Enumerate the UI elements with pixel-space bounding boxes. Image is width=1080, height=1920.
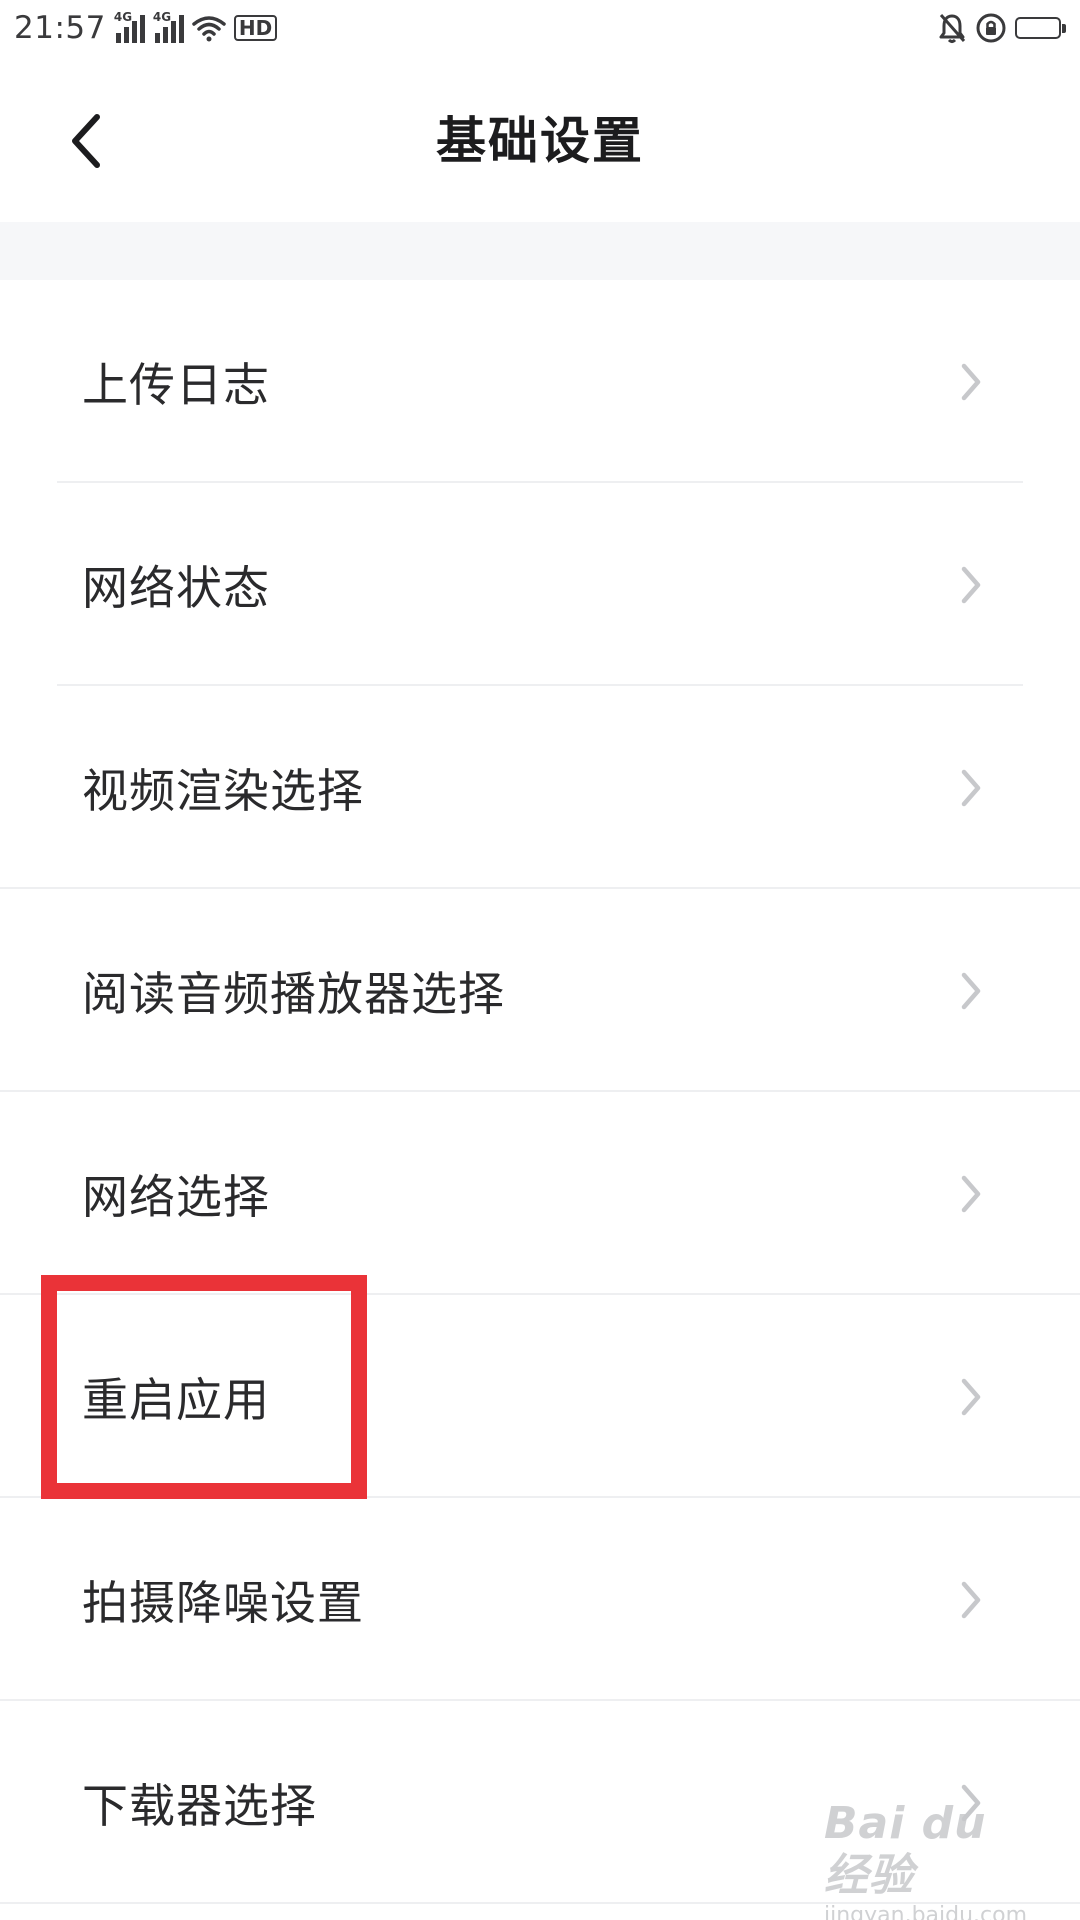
settings-item-restart-app[interactable]: 重启应用 (0, 1295, 1080, 1498)
settings-item-label: 重启应用 (82, 1372, 270, 1427)
wifi-icon (192, 14, 226, 42)
chevron-right-icon (961, 972, 981, 1009)
settings-item-network-select[interactable]: 网络选择 (0, 1092, 1080, 1295)
bell-muted-icon (937, 12, 967, 44)
settings-item-upload-log[interactable]: 上传日志 (0, 280, 1080, 483)
settings-item-audio-player[interactable]: 阅读音频播放器选择 (0, 889, 1080, 1092)
settings-item-video-render[interactable]: 视频渲染选择 (0, 686, 1080, 889)
section-divider (0, 222, 1080, 280)
network-type-label: 4G (152, 10, 172, 24)
settings-item-label: 网络选择 (82, 1169, 270, 1224)
settings-item-downloader[interactable]: 下载器选择 (0, 1701, 1080, 1904)
chevron-right-icon (961, 1378, 981, 1415)
signal-icon: 4G (113, 10, 145, 43)
hd-icon: HD (233, 15, 278, 41)
settings-item-network-status[interactable]: 网络状态 (0, 483, 1080, 686)
chevron-right-icon (961, 1581, 981, 1618)
settings-item-label: 拍摄降噪设置 (82, 1575, 364, 1630)
chevron-right-icon (961, 769, 981, 806)
rotation-lock-icon (975, 12, 1007, 44)
page-title: 基础设置 (436, 112, 644, 170)
status-right (937, 12, 1066, 44)
status-left: 21:57 4G 4G HD (14, 10, 278, 46)
chevron-right-icon (961, 566, 981, 603)
battery-icon (1015, 17, 1066, 39)
status-bar: 21:57 4G 4G HD (0, 0, 1080, 56)
screen: 21:57 4G 4G HD 基础设置 上传日志 网络状态 视频渲染选择 阅读音… (0, 0, 1080, 1920)
network-type-label: 4G (113, 10, 133, 24)
chevron-right-icon (961, 1175, 981, 1212)
settings-item-label: 网络状态 (82, 560, 270, 615)
watermark-url: jingyan.baidu.com (824, 1903, 1028, 1920)
chevron-right-icon (961, 363, 981, 400)
settings-item-label: 阅读音频播放器选择 (82, 966, 505, 1021)
settings-item-label: 上传日志 (82, 357, 270, 412)
settings-item-noise-reduction[interactable]: 拍摄降噪设置 (0, 1498, 1080, 1701)
app-header: 基础设置 (0, 56, 1080, 222)
settings-list: 上传日志 网络状态 视频渲染选择 阅读音频播放器选择 网络选择 重启应用 拍摄降… (0, 280, 1080, 1904)
settings-item-label: 视频渲染选择 (82, 763, 364, 818)
signal-icon: 4G (152, 10, 184, 43)
settings-item-label: 下载器选择 (82, 1778, 317, 1833)
chevron-right-icon (961, 1784, 981, 1821)
status-time: 21:57 (14, 10, 106, 46)
